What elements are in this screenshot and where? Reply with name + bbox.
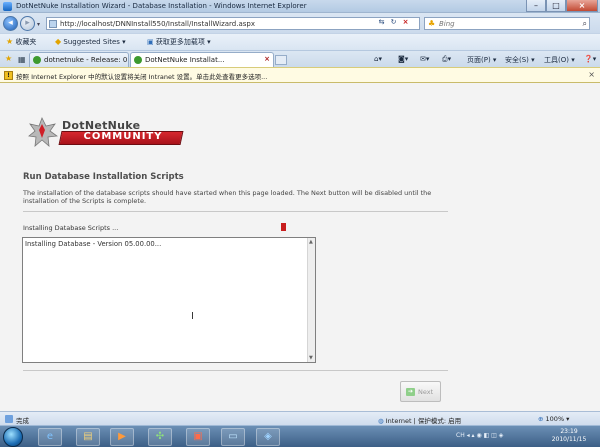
dotnetnuke-logo: DotNetNuke COMMUNITY <box>28 116 184 150</box>
quick-tabs-icon[interactable]: ▦ <box>18 55 26 64</box>
mail-icon[interactable]: ✉▾ <box>420 55 429 63</box>
globe-icon: ◍ <box>378 417 384 425</box>
network-taskbar-icon[interactable]: ◈ <box>256 428 280 446</box>
scroll-up-icon[interactable]: ▲ <box>309 239 313 245</box>
tools-menu[interactable]: 工具(O) ▾ <box>544 55 575 65</box>
feeds-icon[interactable]: ◙▾ <box>398 55 408 63</box>
brand-ribbon-text: COMMUNITY <box>83 131 163 142</box>
suggested-sites-link[interactable]: ◆ Suggested Sites ▾ <box>55 37 126 46</box>
favorites-bar: ★ 收藏夹 ◆ Suggested Sites ▾ ▣ 获取更多加载项 ▾ <box>0 33 600 50</box>
print-icon[interactable]: ⎙▾ <box>442 55 451 64</box>
tab-dotnetnuke-release[interactable]: dotnetnuke - Release: 0... <box>29 52 129 67</box>
url-text[interactable]: http://localhost/DNNInstall550/Install/I… <box>60 20 255 28</box>
favorites-star-icon: ★ <box>6 37 14 46</box>
favorites-button[interactable]: ★ 收藏夹 <box>6 37 36 47</box>
get-more-addons-link[interactable]: ▣ 获取更多加载项 ▾ <box>147 37 211 47</box>
info-bar-close-icon[interactable]: × <box>588 70 595 79</box>
clock-date: 2010/11/15 <box>551 436 587 443</box>
new-tab-button[interactable] <box>275 55 287 65</box>
favorites-label: 收藏夹 <box>15 38 37 46</box>
next-button-label: Next <box>418 388 434 396</box>
zoom-level: 100% ▾ <box>545 415 570 423</box>
bing-icon: ♣ <box>428 19 436 28</box>
search-field[interactable]: ♣ Bing ⌕ <box>424 17 590 30</box>
back-button[interactable]: ◂ <box>3 16 18 31</box>
divider <box>23 211 448 212</box>
title-bar: DotNetNuke Installation Wizard - Databas… <box>0 0 600 13</box>
get-more-addons-label: 获取更多加载项 ▾ <box>155 38 211 46</box>
maximize-button[interactable]: □ <box>546 0 566 12</box>
page-done-icon <box>5 415 13 423</box>
stop-icon[interactable]: × <box>400 17 411 28</box>
explorer-taskbar-icon[interactable]: ▤ <box>76 428 100 446</box>
page-icon <box>49 20 57 28</box>
tab-label: DotNetNuke Installat... <box>145 56 225 64</box>
suggested-sites-label: Suggested Sites ▾ <box>63 38 126 46</box>
tab-favicon <box>134 56 142 64</box>
minimize-button[interactable]: – <box>526 0 546 12</box>
compatibility-view-icon[interactable]: ⇆ <box>376 17 387 28</box>
home-icon[interactable]: ⌂▾ <box>374 55 382 63</box>
page-content: DotNetNuke COMMUNITY Run Database Instal… <box>0 83 600 411</box>
safety-menu[interactable]: 安全(S) ▾ <box>505 55 535 65</box>
tab-dotnetnuke-installation[interactable]: DotNetNuke Installat... × <box>130 52 274 67</box>
history-dropdown-icon[interactable]: ▾ <box>37 21 40 28</box>
address-row: ◂ ▸ ▾ http://localhost/DNNInstall550/Ins… <box>0 13 600 33</box>
address-tools: ⇆ ↻ × <box>376 17 411 30</box>
start-button[interactable] <box>3 427 23 447</box>
remote-desktop-taskbar-icon[interactable]: ▭ <box>221 428 245 446</box>
search-icon[interactable]: ⌕ <box>583 19 587 29</box>
tab-favicon <box>33 56 41 64</box>
ie-taskbar-icon[interactable]: e <box>38 428 62 446</box>
search-placeholder[interactable]: Bing <box>439 20 455 28</box>
app-taskbar-icon[interactable]: ✣ <box>148 428 172 446</box>
status-bar: 完成 ◍ Internet | 保护模式: 启用 ⊕ 100% ▾ <box>0 411 600 425</box>
log-scrollbar[interactable]: ▲ ▼ <box>307 238 315 362</box>
information-bar[interactable]: ! 按照 Internet Explorer 中的默认设置将关闭 Intrane… <box>0 67 600 83</box>
tab-row: ★ ▦ dotnetnuke - Release: 0... DotNetNuk… <box>0 50 600 67</box>
security-zone-label: Internet | 保护模式: 启用 <box>385 417 462 425</box>
help-icon[interactable]: ❓▾ <box>584 55 596 63</box>
window-title: DotNetNuke Installation Wizard - Databas… <box>16 2 307 10</box>
favorites-center-icon[interactable]: ★ <box>5 54 12 63</box>
media-player-taskbar-icon[interactable]: ▶ <box>110 428 134 446</box>
installation-status: Installing Database Scripts ... <box>23 224 119 232</box>
status-text: 完成 <box>16 417 29 425</box>
browser-window: DotNetNuke Installation Wizard - Databas… <box>0 0 600 425</box>
system-tray[interactable]: CH ◂ ▴ ◉ ◧ ◫ ◈ <box>456 432 503 439</box>
ie-icon <box>3 2 12 11</box>
window-controls: – □ × <box>526 0 598 12</box>
page-heading: Run Database Installation Scripts <box>23 172 184 182</box>
next-arrow-icon: ➔ <box>406 388 415 396</box>
page-menu[interactable]: 页面(P) ▾ <box>467 55 496 65</box>
dnn-leaf-icon <box>28 117 58 147</box>
installation-log[interactable]: Installing Database - Version 05.00.00..… <box>22 237 316 363</box>
close-button[interactable]: × <box>566 0 598 12</box>
address-field[interactable]: http://localhost/DNNInstall550/Install/I… <box>46 17 420 30</box>
divider <box>23 370 448 371</box>
refresh-icon[interactable]: ↻ <box>388 17 399 28</box>
progress-indicator <box>281 223 286 231</box>
addons-icon: ▣ <box>147 38 154 46</box>
page-description: The installation of the database scripts… <box>23 189 432 205</box>
text-cursor-icon: I <box>191 311 194 322</box>
suggested-sites-icon: ◆ <box>55 37 62 46</box>
log-text: Installing Database - Version 05.00.00..… <box>25 240 162 248</box>
forward-button[interactable]: ▸ <box>20 16 35 31</box>
tab-label: dotnetnuke - Release: 0... <box>44 56 129 64</box>
tab-close-icon[interactable]: × <box>264 55 270 63</box>
warning-icon: ! <box>4 71 13 80</box>
next-button[interactable]: ➔ Next <box>400 381 441 402</box>
security-zone[interactable]: ◍ Internet | 保护模式: 启用 <box>378 415 461 425</box>
clock[interactable]: 23:19 2010/11/15 <box>540 428 598 444</box>
taskbar: e ▤ ▶ ✣ ▣ ▭ ◈ CH ◂ ▴ ◉ ◧ ◫ ◈ 23:19 2010/… <box>0 425 600 447</box>
info-bar-message[interactable]: 按照 Internet Explorer 中的默认设置将关闭 Intranet … <box>16 71 267 81</box>
clock-time: 23:19 <box>560 428 578 435</box>
zoom-icon: ⊕ <box>538 415 544 423</box>
office-taskbar-icon[interactable]: ▣ <box>186 428 210 446</box>
scroll-down-icon[interactable]: ▼ <box>309 355 313 361</box>
zoom-control[interactable]: ⊕ 100% ▾ <box>538 415 569 423</box>
